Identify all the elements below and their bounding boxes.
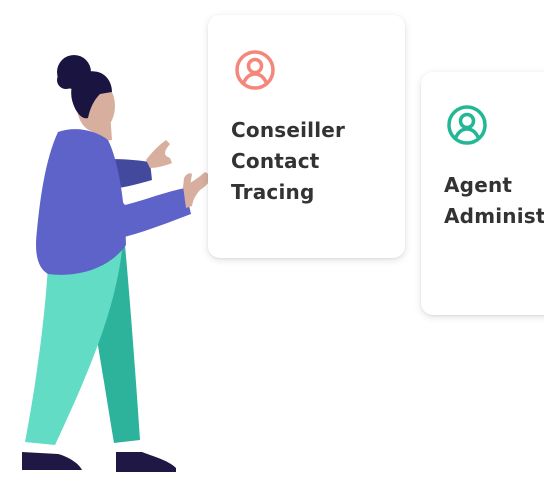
shoe-left — [22, 452, 82, 470]
shoe-right — [116, 452, 176, 472]
person-illustration — [22, 55, 212, 472]
user-circle-icon — [235, 50, 275, 90]
role-selection-stage: Conseiller Contact Tracing Agent Adminis… — [0, 0, 544, 500]
role-card-agent-administration[interactable]: Agent Administration — [421, 72, 544, 315]
role-card-label: Agent Administration — [444, 173, 544, 228]
role-card-label: Conseiller Contact Tracing — [231, 118, 346, 204]
role-card-contact-tracing[interactable]: Conseiller Contact Tracing — [208, 15, 405, 258]
back-hand — [146, 140, 172, 168]
user-circle-icon — [447, 105, 487, 145]
